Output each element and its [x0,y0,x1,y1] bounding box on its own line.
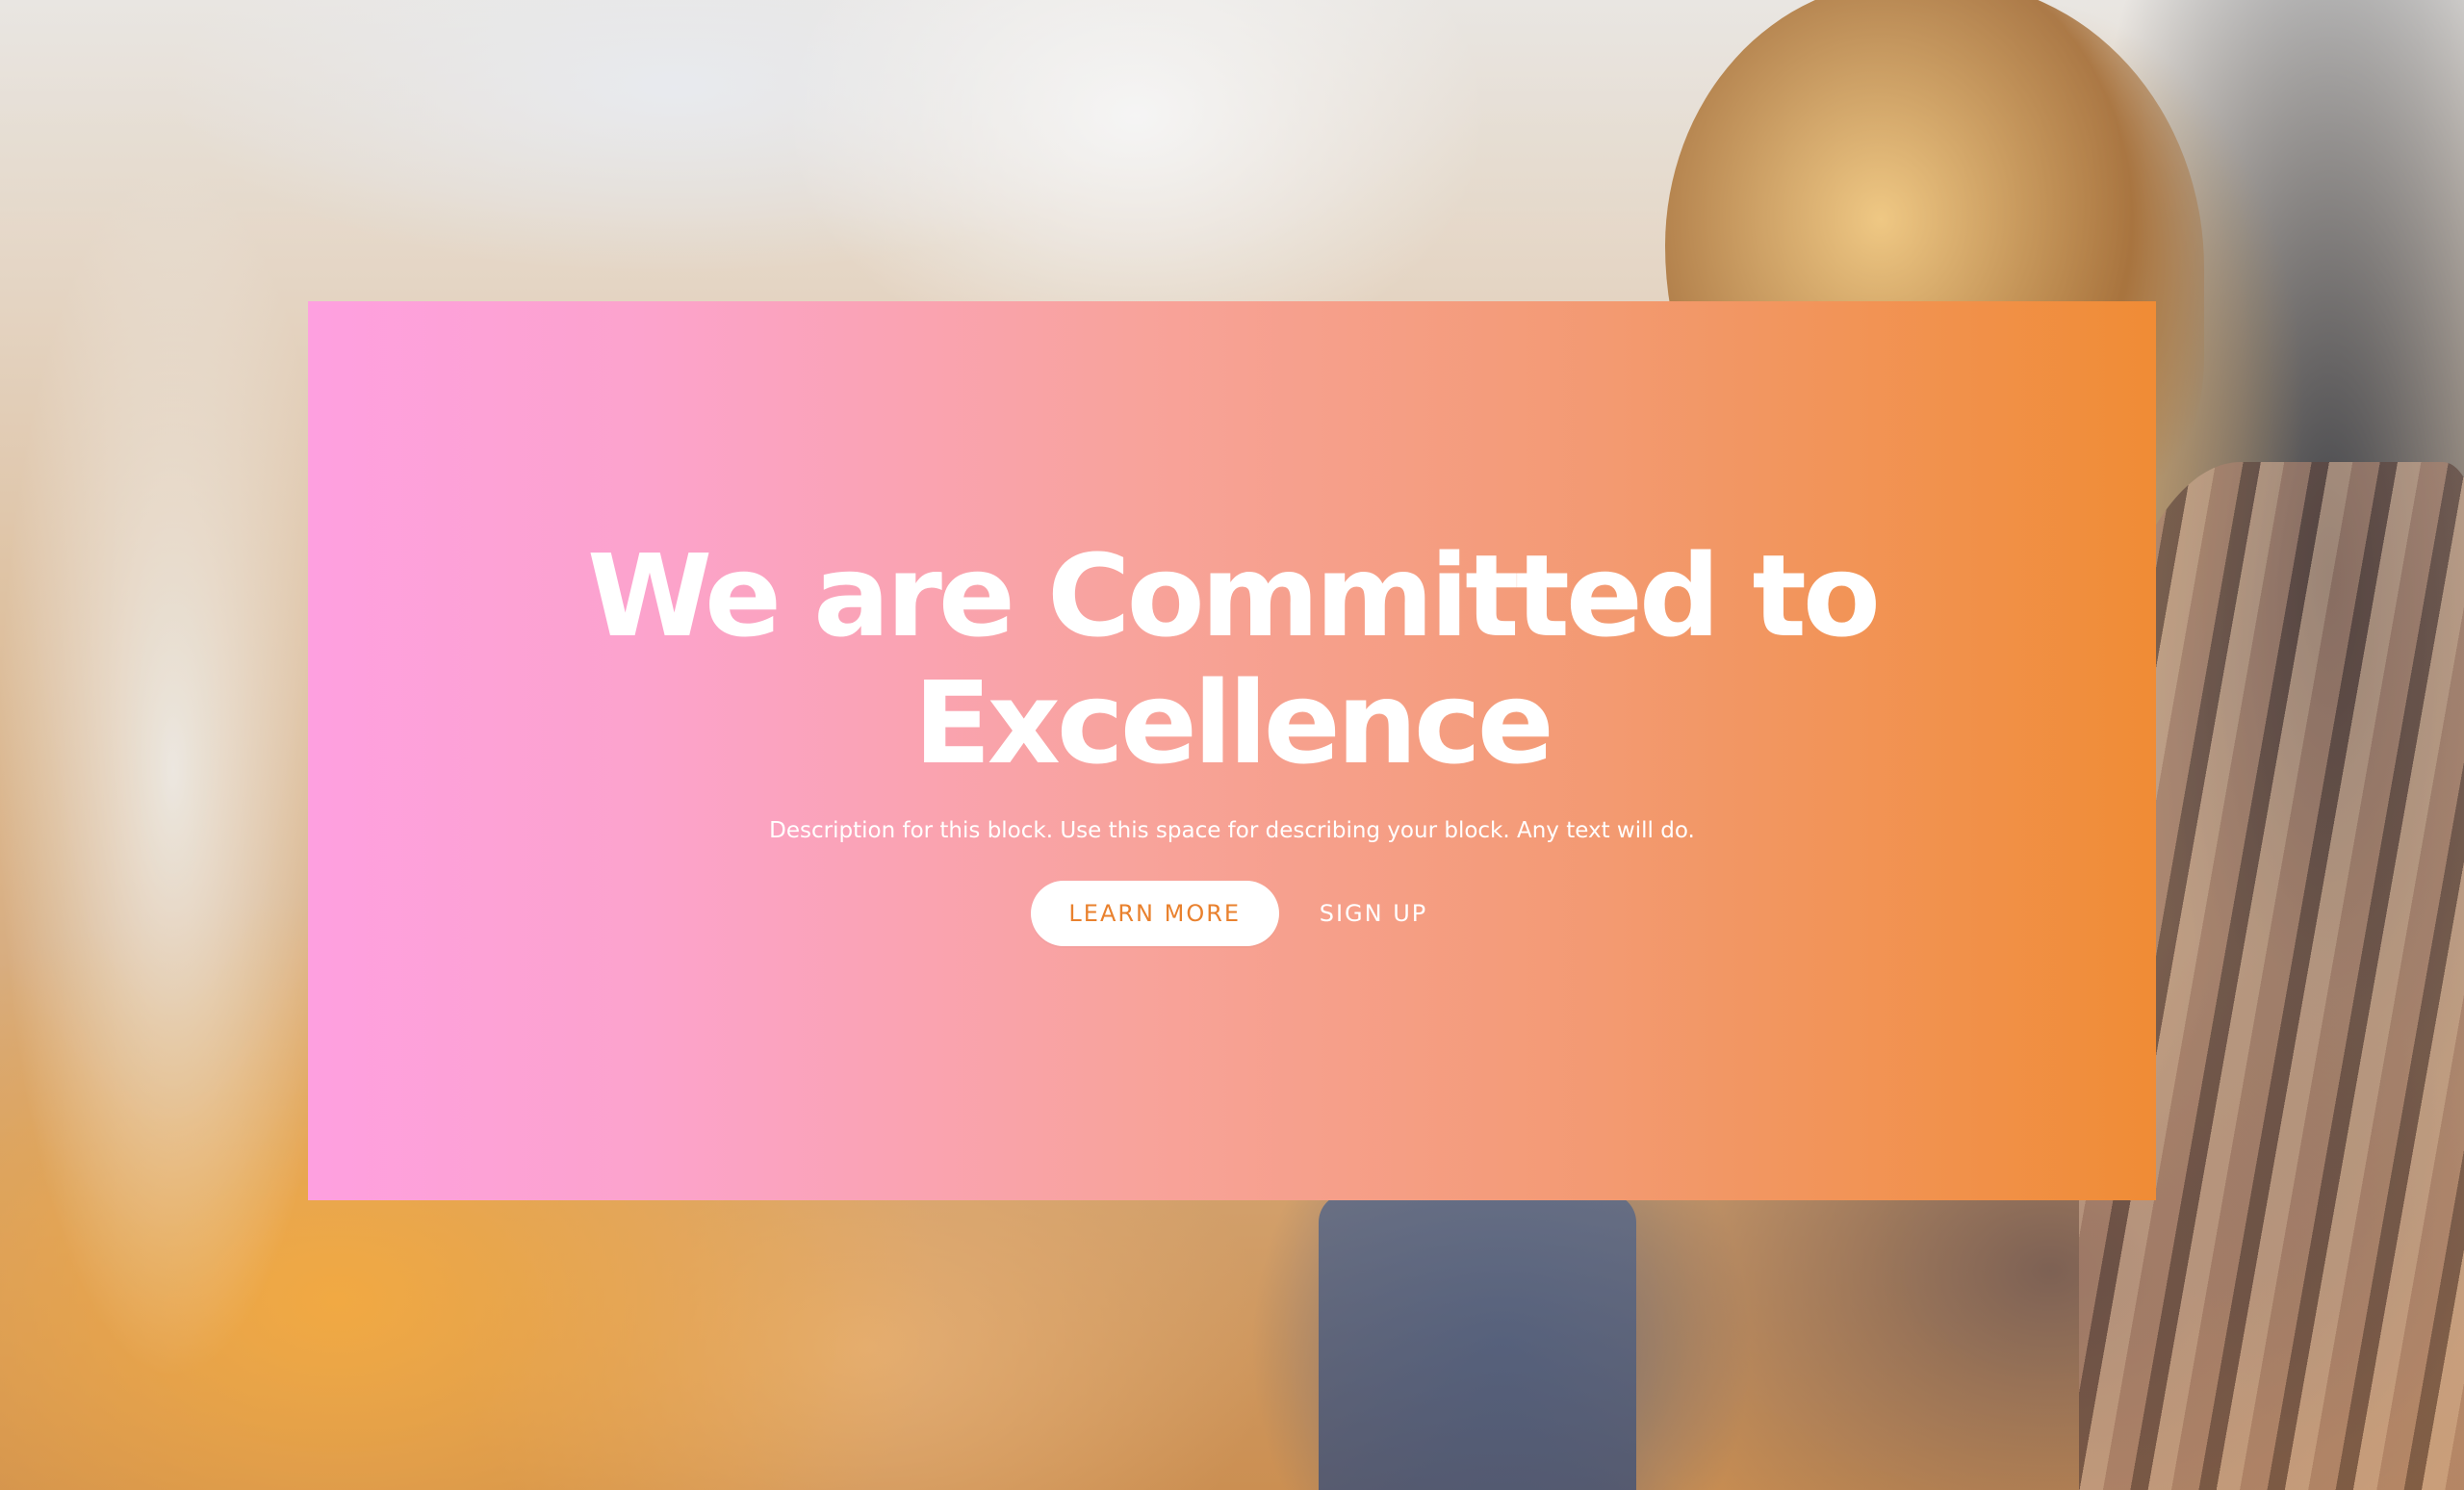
hero-section: We are Committed to Excellence Descripti… [0,0,2464,1490]
hero-actions: LEARN MORE SIGN UP [308,881,2156,946]
background-photo-detail-jeans [1319,1194,1636,1490]
hero-headline: We are Committed to Excellence [587,529,1881,789]
sign-up-button[interactable]: SIGN UP [1314,881,1434,946]
hero-content: We are Committed to Excellence Descripti… [308,532,2156,946]
hero-description: Description for this block. Use this spa… [769,818,1695,843]
hero-gradient-card: We are Committed to Excellence Descripti… [308,301,2156,1200]
learn-more-button[interactable]: LEARN MORE [1030,881,1279,946]
